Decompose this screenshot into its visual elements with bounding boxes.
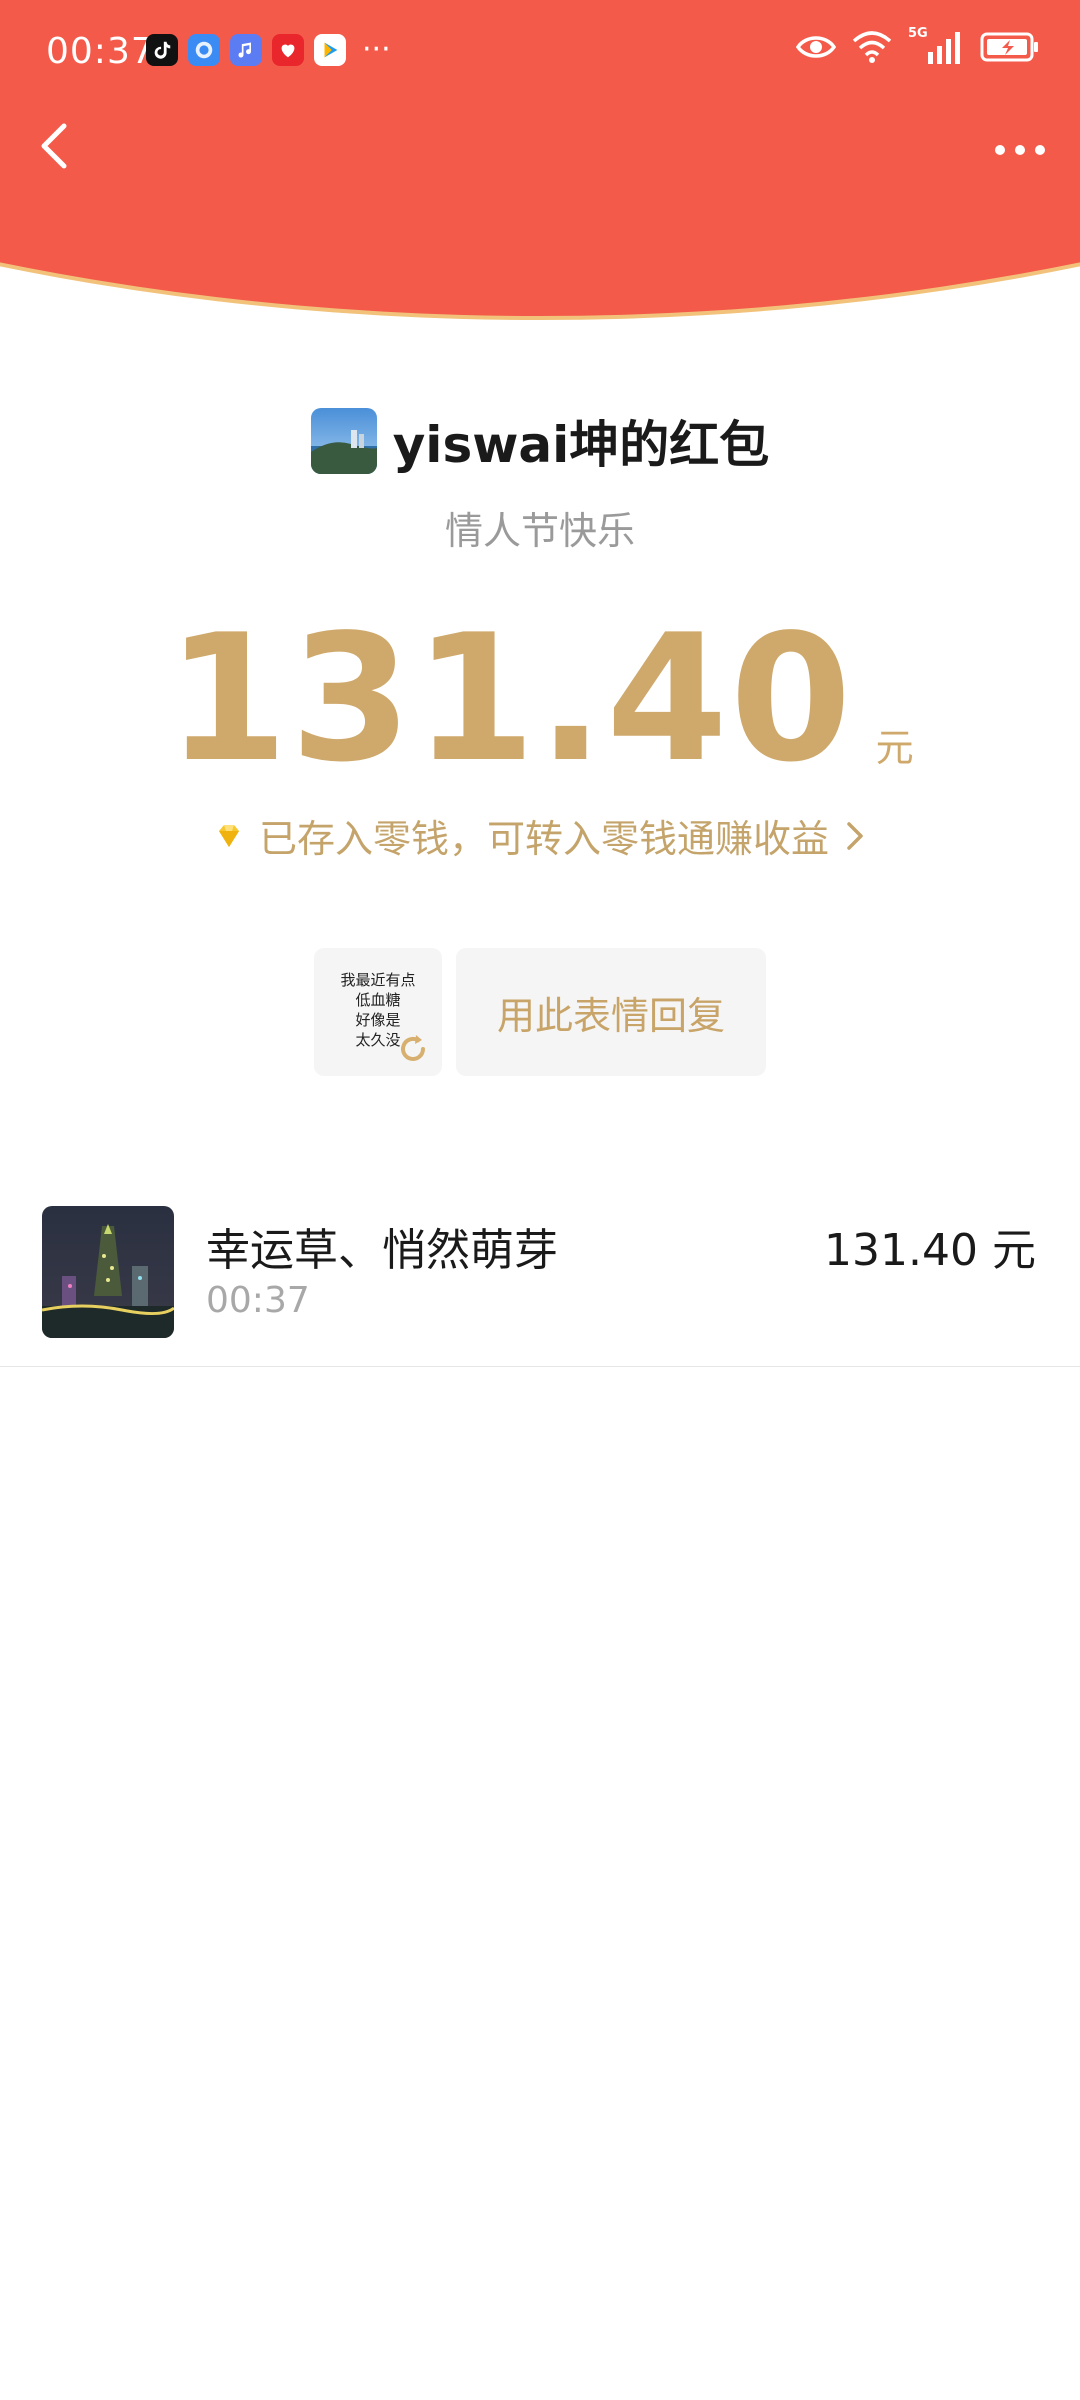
video-icon <box>314 34 346 66</box>
reply-with-sticker-button[interactable]: 用此表情回复 <box>456 948 766 1076</box>
receiver-name: 幸运草、悄然萌芽 <box>206 1225 558 1276</box>
sticker-thumbnail[interactable]: 我最近有点 低血糖 好像是 太久没 <box>314 948 442 1076</box>
amount-row: 131.40 元 <box>0 610 1080 790</box>
receiver-avatar <box>42 1206 174 1338</box>
stored-notice-text: 已存入零钱，可转入零钱通赚收益 <box>258 817 829 861</box>
chevron-left-icon <box>41 123 67 169</box>
status-time: 00:37 <box>46 31 155 72</box>
notification-icons: ··· <box>146 34 391 66</box>
browser-icon <box>188 34 220 66</box>
amount-value: 131.40 <box>166 598 854 801</box>
battery-icon <box>980 32 1038 62</box>
more-horizontal-icon <box>995 145 1045 155</box>
music-icon <box>230 34 262 66</box>
greeting-message: 情人节快乐 <box>444 509 635 553</box>
amount-unit: 元 <box>875 726 914 770</box>
sender-title: yiswai坤的红包 <box>392 416 770 474</box>
signal-icon: 5G <box>908 26 964 64</box>
eye-icon <box>796 36 836 58</box>
tiktok-icon <box>146 34 178 66</box>
more-options-button[interactable] <box>990 130 1050 170</box>
more-notifications-icon: ··· <box>362 32 391 67</box>
chevron-right-icon <box>847 821 863 850</box>
receive-time: 00:37 <box>206 1280 310 1321</box>
refresh-icon[interactable] <box>396 1032 430 1066</box>
sender-avatar[interactable] <box>310 408 377 474</box>
red-packet-detail-screen: 00:37 ··· 5G yiswai坤的红包 情人节快乐 131.40 元 已… <box>0 0 1080 2400</box>
stored-to-change-link[interactable]: 已存入零钱，可转入零钱通赚收益 <box>0 808 1080 863</box>
back-button[interactable] <box>26 116 86 176</box>
diamond-icon <box>218 824 239 847</box>
health-icon <box>272 34 304 66</box>
sender-row: yiswai坤的红包 <box>0 405 1080 477</box>
network-type-label: 5G <box>908 26 928 41</box>
receiver-record-row[interactable]: 幸运草、悄然萌芽 00:37 131.40 元 <box>0 1190 1080 1367</box>
wifi-icon <box>852 31 892 63</box>
status-bar: 00:37 ··· 5G <box>0 0 1080 104</box>
receive-amount: 131.40 元 <box>824 1225 1036 1276</box>
status-indicators: 5G <box>796 26 1040 64</box>
